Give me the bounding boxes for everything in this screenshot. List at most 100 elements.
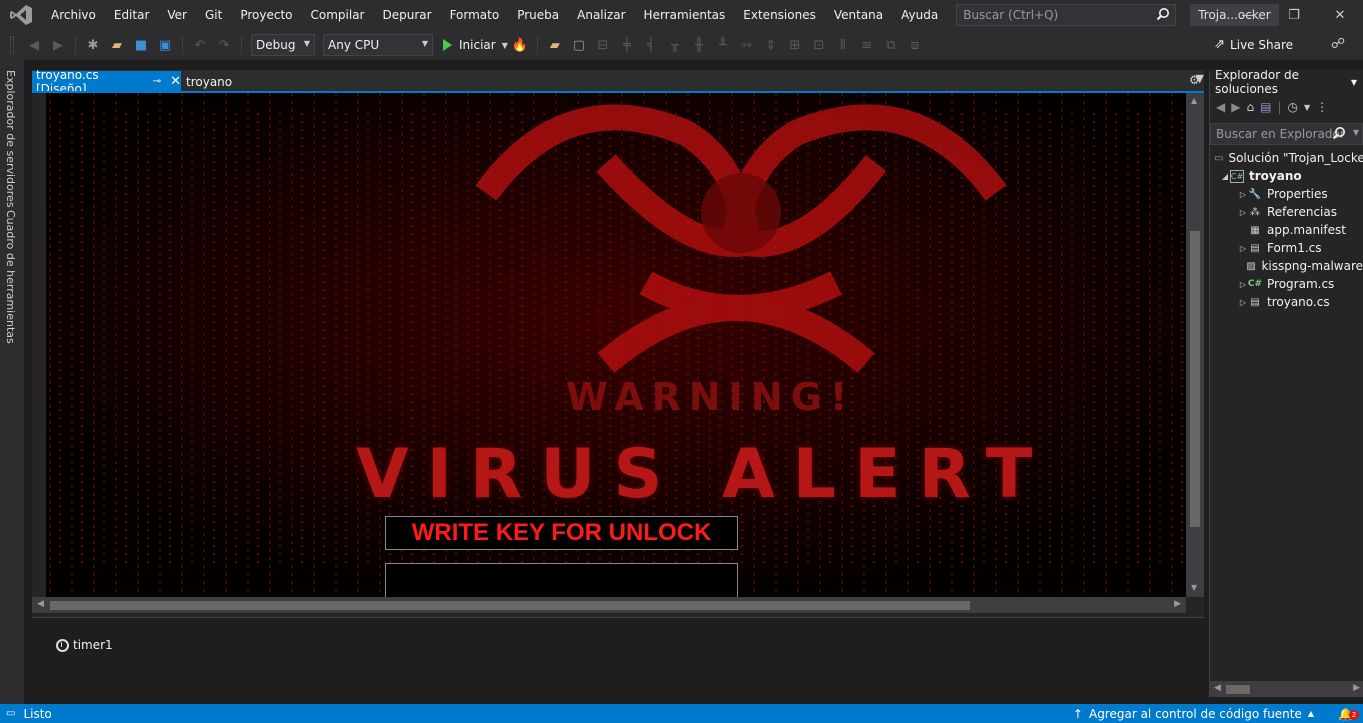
scroll-right-icon[interactable]: ▶ [1174,599,1181,609]
settings-gear-icon[interactable]: ⚙ [1189,73,1200,87]
switch-views-icon[interactable]: ▤ [1260,100,1271,114]
align-left-icon[interactable]: ⊟ [594,36,612,54]
screenshot-icon[interactable]: ▢ [570,36,588,54]
scrollbar-thumb[interactable] [50,601,970,610]
collapsed-arrow-icon[interactable]: ▷ [1238,280,1248,289]
bring-to-front-icon[interactable]: ⧉ [882,36,900,54]
collapsed-arrow-icon[interactable]: ▷ [1238,208,1248,217]
scrollbar-thumb[interactable] [1226,685,1250,694]
navigate-back-icon[interactable]: ◀ [25,36,43,54]
expanded-arrow-icon[interactable]: ◢ [1220,172,1230,181]
scroll-down-icon[interactable]: ▼ [1191,583,1197,592]
solution-explorer-header[interactable]: Explorador de soluciones ▼ [1210,70,1363,96]
size-to-grid-icon[interactable]: ⊡ [810,36,828,54]
solution-search-input[interactable]: Buscar en Explorador ▼ [1210,123,1363,145]
align-center-icon[interactable]: ╪ [618,36,636,54]
tab-troyano-design[interactable]: troyano.cs [Diseño] ⊸ ✕ [32,68,181,96]
save-all-icon[interactable]: ▣ [156,36,174,54]
notifications-bell-icon[interactable]: 🔔 2 [1338,707,1359,721]
menu-formato[interactable]: Formato [441,0,509,30]
chevron-up-icon[interactable]: ▲ [1308,709,1314,718]
scroll-left-icon[interactable]: ◀ [37,599,44,609]
hot-reload-icon[interactable]: 🔥 [511,36,529,54]
restore-icon[interactable]: ❐ [1271,0,1317,30]
pending-changes-filter-icon[interactable]: ◷ [1287,100,1297,114]
chevron-down-icon[interactable]: ▼ [1351,78,1357,87]
tree-item-program[interactable]: ▷ C# Program.cs [1210,275,1363,293]
form-surface[interactable]: WARNING! VIRUS ALERT WRITE KEY FOR UNLOC… [46,93,1186,597]
more-icon[interactable]: ⋮ [1316,100,1328,114]
menu-extensiones[interactable]: Extensiones [734,0,825,30]
same-width-icon[interactable]: ⇿ [738,36,756,54]
menu-ver[interactable]: Ver [158,0,196,30]
collapsed-arrow-icon[interactable]: ▷ [1238,298,1248,307]
browse-icon[interactable]: ▰ [546,36,564,54]
server-explorer-tab[interactable]: Explorador de servidores [4,70,17,208]
menu-depurar[interactable]: Depurar [373,0,440,30]
toolbar-grip[interactable] [10,36,14,54]
align-middle-icon[interactable]: ╫ [690,36,708,54]
scroll-left-icon[interactable]: ◀ [1214,683,1221,693]
menu-ventana[interactable]: Ventana [825,0,892,30]
tree-item-solution[interactable]: ▭ Solución "Trojan_Locker" [1210,149,1363,167]
tab-troyano[interactable]: troyano [182,71,236,92]
navigate-forward-icon[interactable]: ▶ [49,36,67,54]
menu-git[interactable]: Git [196,0,231,30]
collapsed-arrow-icon[interactable]: ▷ [1238,244,1248,253]
align-right-icon[interactable]: ╡ [642,36,660,54]
close-icon[interactable]: ✕ [1317,0,1363,30]
undo-icon[interactable]: ↶ [191,36,209,54]
align-bottom-icon[interactable]: ╨ [714,36,732,54]
pin-icon[interactable]: ⊸ [153,76,161,87]
chevron-down-icon[interactable]: ▼ [1353,128,1359,137]
save-icon[interactable]: ■ [132,36,150,54]
redo-icon[interactable]: ↷ [215,36,233,54]
tree-item-references[interactable]: ▷ ⁂ Referencias [1210,203,1363,221]
tree-item-kisspng[interactable]: ▨ kisspng-malware [1210,257,1363,275]
tree-item-project[interactable]: ◢ C# troyano [1210,167,1363,185]
collapsed-arrow-icon[interactable]: ▷ [1238,190,1248,199]
menu-analizar[interactable]: Analizar [568,0,634,30]
live-share-button[interactable]: ⇗ Live Share [1214,37,1293,52]
align-top-icon[interactable]: ╥ [666,36,684,54]
designer-vertical-scrollbar[interactable]: ▲ ▼ [1186,93,1204,597]
tree-item-form1[interactable]: ▷ ▤ Form1.cs [1210,239,1363,257]
menu-prueba[interactable]: Prueba [508,0,568,30]
menu-herramientas[interactable]: Herramientas [635,0,735,30]
home-icon[interactable]: ⌂ [1246,100,1254,114]
feedback-icon[interactable]: ☍ [1331,36,1345,52]
menu-archivo[interactable]: Archivo [42,0,105,30]
start-debugging-button[interactable]: Iniciar ▼ [443,38,508,52]
horizontal-spacing-icon[interactable]: ⫴ [834,36,852,54]
back-icon[interactable]: ◀ [1216,100,1225,114]
vertical-spacing-icon[interactable]: ≡ [858,36,876,54]
same-size-icon[interactable]: ⊞ [786,36,804,54]
same-height-icon[interactable]: ⇕ [762,36,780,54]
designer-horizontal-scrollbar[interactable]: ◀ ▶ [32,597,1186,613]
scrollbar-thumb[interactable] [1190,231,1200,527]
menu-editar[interactable]: Editar [105,0,159,30]
menu-ayuda[interactable]: Ayuda [892,0,947,30]
global-search-input[interactable]: Buscar (Ctrl+Q) [956,4,1177,26]
close-tab-icon[interactable]: ✕ [170,74,181,89]
platform-select[interactable]: Any CPU ▼ [323,34,433,56]
forward-icon[interactable]: ▶ [1231,100,1240,114]
timer-component[interactable]: timer1 [56,638,113,652]
solution-horizontal-scrollbar[interactable]: ◀ ▶ [1210,681,1363,697]
chevron-down-icon[interactable]: ▼ [1304,103,1310,112]
visual-studio-logo-icon[interactable] [8,4,34,26]
minimize-icon[interactable]: — [1225,0,1271,30]
tree-item-troyano[interactable]: ▷ ▤ troyano.cs [1210,293,1363,311]
menu-proyecto[interactable]: Proyecto [231,0,301,30]
scroll-right-icon[interactable]: ▶ [1353,683,1360,693]
scroll-up-icon[interactable]: ▲ [1191,96,1197,105]
tree-item-app-manifest[interactable]: ▦ app.manifest [1210,221,1363,239]
tree-item-properties[interactable]: ▷ 🔧 Properties [1210,185,1363,203]
unlock-key-input[interactable] [385,563,738,597]
new-project-icon[interactable]: ✱ [84,36,102,54]
source-control-button[interactable]: Agregar al control de código fuente [1089,707,1302,721]
toolbox-tab[interactable]: Cuadro de herramientas [4,210,17,344]
send-to-back-icon[interactable]: ⧈ [906,36,924,54]
menu-compilar[interactable]: Compilar [302,0,374,30]
configuration-select[interactable]: Debug ▼ [251,34,315,56]
